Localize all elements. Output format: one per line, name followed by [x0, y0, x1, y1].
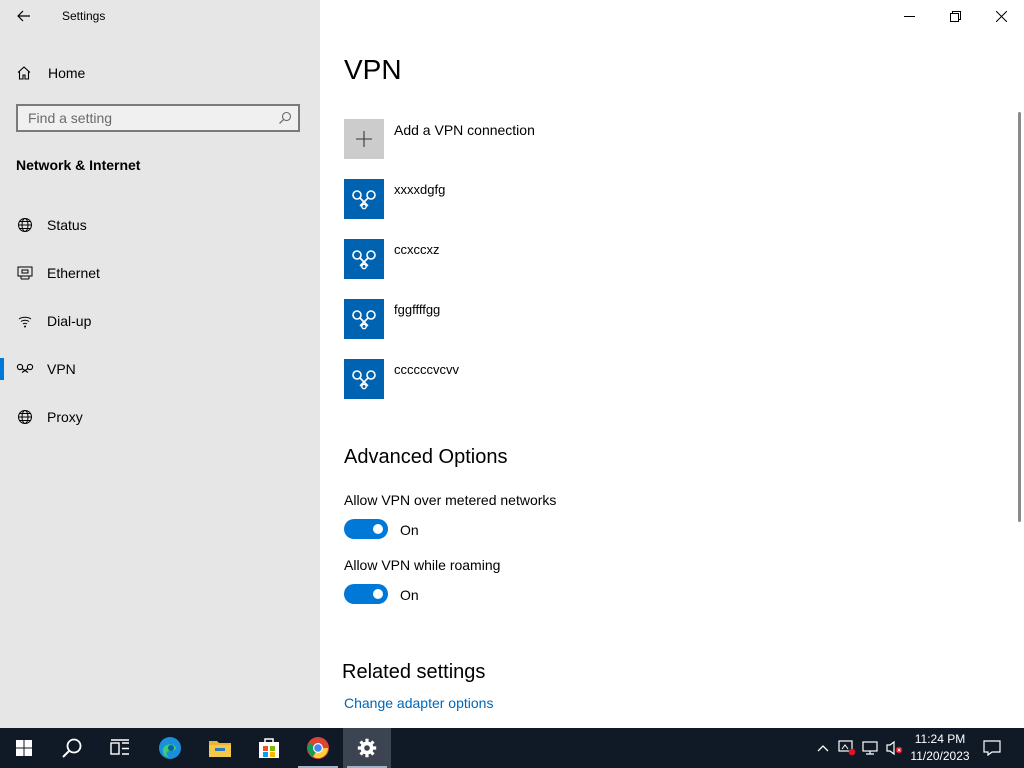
scrollbar[interactable]	[1018, 112, 1021, 522]
sidebar-item-vpn[interactable]: VPN	[0, 349, 320, 389]
home-nav-item[interactable]: Home	[16, 62, 85, 84]
action-center-button[interactable]	[982, 738, 1002, 758]
file-explorer-icon	[209, 741, 231, 757]
section-title: Network & Internet	[16, 157, 141, 173]
taskbar-search-button[interactable]	[48, 728, 96, 768]
status-globe-icon	[16, 217, 34, 233]
store-button[interactable]	[245, 728, 293, 768]
chrome-icon	[307, 737, 329, 759]
sidebar-item-proxy[interactable]: Proxy	[0, 397, 320, 437]
vpn-connection-item[interactable]: fggffffgg	[344, 299, 744, 339]
settings-icon	[357, 738, 377, 758]
search-icon	[278, 111, 292, 130]
sidebar-item-label: Ethernet	[47, 265, 100, 281]
settings-sidebar: Settings Home Network & Internet Status	[0, 0, 320, 728]
vpn-connection-item[interactable]: ccccccvcvv	[344, 359, 744, 399]
toggle-knob	[373, 524, 383, 534]
network-icon	[862, 741, 878, 755]
proxy-globe-icon	[16, 409, 34, 425]
file-explorer-button[interactable]	[196, 728, 244, 768]
change-adapter-options-link[interactable]: Change adapter options	[344, 695, 493, 711]
vpn-icon	[16, 361, 34, 377]
plus-icon	[356, 131, 372, 147]
show-hidden-icons-button[interactable]	[813, 738, 833, 758]
vpn-tile	[344, 359, 384, 399]
minimize-button[interactable]	[886, 0, 932, 32]
windows-start-icon	[16, 740, 32, 756]
home-label: Home	[48, 65, 86, 81]
page-title: VPN	[344, 54, 402, 85]
vpn-icon	[352, 250, 376, 270]
sidebar-item-ethernet[interactable]: Ethernet	[0, 253, 320, 293]
vpn-connection-item[interactable]: ccxccxz	[344, 239, 744, 279]
vpn-connection-name: fggffffgg	[394, 302, 441, 317]
vpn-connection-name: ccccccvcvv	[394, 362, 459, 377]
clock-date: 11/20/2023	[910, 749, 970, 763]
back-button[interactable]	[10, 4, 38, 28]
vpn-icon	[352, 370, 376, 390]
ethernet-icon	[16, 265, 34, 281]
add-tile	[344, 119, 384, 159]
search-input[interactable]	[18, 106, 268, 130]
vpn-tile	[344, 179, 384, 219]
sidebar-item-label: VPN	[47, 361, 76, 377]
taskbar: 11:24 PM 11/20/2023	[0, 728, 1024, 768]
metered-networks-label: Allow VPN over metered networks	[344, 492, 557, 508]
edge-icon	[159, 737, 181, 759]
vpn-icon	[352, 190, 376, 210]
home-icon	[17, 66, 31, 80]
dialup-icon	[16, 313, 34, 329]
sidebar-item-status[interactable]: Status	[0, 205, 320, 245]
vpn-connection-name: ccxccxz	[394, 242, 440, 257]
volume-muted-icon	[886, 740, 903, 756]
taskbar-clock[interactable]: 11:24 PM 11/20/2023	[906, 731, 974, 765]
selected-indicator	[0, 358, 4, 380]
security-warning-icon	[838, 740, 856, 756]
advanced-options-heading: Advanced Options	[344, 446, 508, 468]
roaming-toggle[interactable]	[344, 584, 388, 604]
vpn-connection-name: xxxxdgfg	[394, 182, 446, 197]
add-vpn-label: Add a VPN connection	[394, 122, 535, 138]
related-settings-heading: Related settings	[342, 661, 486, 683]
minimize-icon	[903, 15, 915, 17]
roaming-state: On	[400, 587, 419, 603]
search-icon	[62, 738, 82, 758]
sidebar-item-label: Status	[47, 217, 87, 233]
notification-icon	[983, 740, 1001, 756]
toggle-knob	[373, 589, 383, 599]
chrome-button[interactable]	[294, 728, 342, 768]
restore-button[interactable]	[932, 0, 978, 32]
sidebar-item-label: Dial-up	[47, 313, 92, 329]
vpn-tile	[344, 239, 384, 279]
close-button[interactable]	[978, 0, 1024, 32]
vpn-tile	[344, 299, 384, 339]
start-button[interactable]	[0, 728, 48, 768]
metered-networks-toggle[interactable]	[344, 519, 388, 539]
close-icon	[995, 10, 1007, 22]
chevron-up-icon	[817, 745, 829, 752]
task-view-button[interactable]	[96, 728, 144, 768]
app-title: Settings	[62, 9, 106, 23]
sidebar-item-dialup[interactable]: Dial-up	[0, 301, 320, 341]
restore-icon	[949, 10, 961, 22]
task-view-icon	[110, 739, 129, 755]
back-arrow-icon	[17, 10, 30, 22]
network-tray-button[interactable]	[861, 738, 881, 758]
volume-tray-button[interactable]	[885, 738, 905, 758]
sidebar-item-label: Proxy	[47, 409, 83, 425]
search-box[interactable]	[16, 104, 300, 132]
clock-time: 11:24 PM	[914, 732, 966, 746]
vpn-connection-item[interactable]: xxxxdgfg	[344, 179, 744, 219]
store-icon	[259, 738, 279, 758]
settings-taskbar-button[interactable]	[343, 728, 391, 768]
security-tray-button[interactable]	[837, 738, 857, 758]
edge-button[interactable]	[146, 728, 194, 768]
metered-networks-state: On	[400, 522, 419, 538]
vpn-icon	[352, 310, 376, 330]
roaming-label: Allow VPN while roaming	[344, 557, 501, 573]
